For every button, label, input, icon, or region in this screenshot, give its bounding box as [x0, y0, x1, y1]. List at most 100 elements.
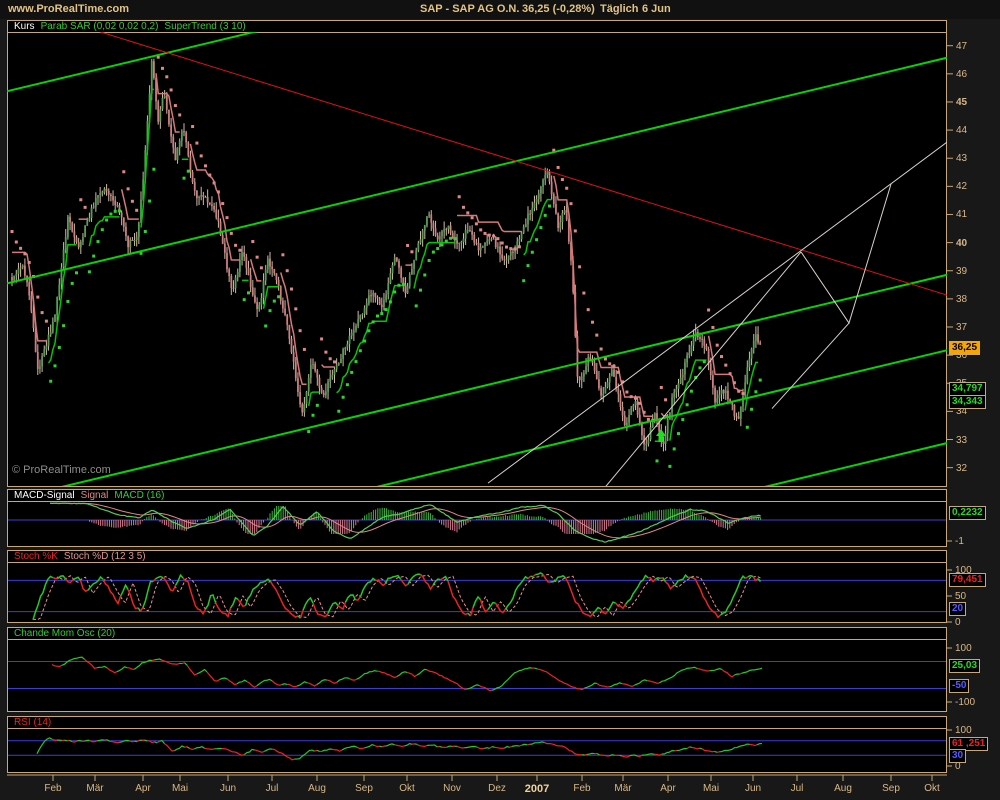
- stoch-line: [32, 575, 54, 620]
- prorealtime-window: { "header": { "site": "www.ProRealTime.c…: [0, 0, 1000, 800]
- candle-body: [475, 242, 478, 244]
- candle-body: [378, 298, 381, 305]
- candle-body: [423, 225, 426, 231]
- chande-line: [256, 678, 273, 687]
- price-tick-label: 41: [956, 209, 968, 221]
- month-label: Jun: [219, 783, 237, 794]
- candle-body: [615, 376, 618, 389]
- candle-body: [744, 382, 747, 396]
- parabolic-sar-dot: [152, 167, 156, 171]
- parabolic-sar-dot: [548, 204, 551, 208]
- candle-body: [671, 397, 673, 413]
- candle-body: [748, 358, 751, 368]
- stoch-line: [142, 580, 154, 608]
- candle-body: [266, 258, 269, 270]
- chande-line: [186, 664, 198, 676]
- candle-body: [105, 188, 108, 191]
- candle-body: [686, 355, 688, 363]
- rsi-line: [701, 748, 715, 753]
- candle-body: [389, 273, 392, 284]
- rsi-line: [36, 737, 53, 754]
- candle-body: [722, 389, 725, 394]
- supertrend-line: [140, 88, 154, 228]
- parabolic-sar-dot: [487, 233, 491, 237]
- candle-body: [380, 304, 383, 308]
- candle-body: [346, 344, 349, 348]
- candle-body: [335, 364, 338, 370]
- candle-body: [333, 369, 336, 375]
- chart-canvas[interactable]: [0, 0, 1000, 800]
- stoch-line: [624, 574, 649, 605]
- stoch-line: [472, 595, 482, 608]
- parabolic-sar-dot: [513, 247, 517, 251]
- candle-body: [275, 273, 278, 280]
- candle-body: [550, 181, 553, 195]
- candle-body: [630, 407, 633, 416]
- rsi-line: [404, 742, 413, 747]
- chande-line: [709, 667, 723, 672]
- parabolic-sar-dot: [281, 253, 285, 257]
- candle-body: [223, 243, 226, 253]
- candle-body: [97, 195, 99, 198]
- parabolic-sar-dot: [345, 383, 349, 387]
- stoch-line: [745, 576, 749, 580]
- stoch-line: [494, 602, 507, 614]
- candle-body: [398, 260, 400, 268]
- parabolic-sar-dot: [10, 230, 14, 234]
- chande-line: [536, 668, 585, 691]
- price-tick-label: 32: [956, 462, 968, 474]
- candle-body: [163, 95, 166, 98]
- parabolic-sar-dot: [298, 329, 302, 333]
- parabolic-sar-dot: [492, 234, 496, 238]
- parabolic-sar-dot: [612, 364, 616, 368]
- candle-body: [372, 293, 375, 296]
- candle-body: [462, 238, 465, 243]
- chande-line: [116, 666, 128, 673]
- rsi-line: [456, 745, 465, 749]
- stoch-line: [757, 578, 762, 583]
- parabolic-sar-dot: [311, 413, 315, 417]
- month-label: 2007: [524, 783, 550, 795]
- rsi-line: [714, 750, 718, 753]
- stoch-line: [229, 596, 239, 609]
- candle-body: [406, 286, 409, 294]
- parabolic-sar-dot: [715, 343, 719, 347]
- parabolic-sar-dot: [53, 364, 57, 368]
- parabolic-sar-dot: [681, 418, 685, 422]
- price-tick-label: 40: [956, 237, 968, 249]
- candle-body: [499, 246, 501, 255]
- parabolic-sar-dot: [83, 205, 87, 209]
- rsi-line: [316, 749, 320, 753]
- candle-body: [329, 377, 332, 382]
- parabolic-sar-dot: [363, 339, 367, 343]
- candle-body: [533, 202, 536, 208]
- parabolic-sar-dot: [315, 403, 319, 407]
- stoch-tick-label: 50: [955, 591, 967, 602]
- candle-body: [636, 401, 639, 415]
- parabolic-sar-dot: [14, 240, 18, 244]
- candle-body: [314, 364, 317, 371]
- parabolic-sar-dot: [565, 186, 569, 190]
- candle-body: [595, 370, 598, 380]
- parabolic-sar-dot: [66, 299, 70, 303]
- candle-body: [101, 192, 104, 194]
- parabolic-sar-dot: [457, 195, 461, 199]
- candle-body: [288, 324, 291, 339]
- stoch-line: [302, 596, 314, 611]
- candle-body: [411, 268, 413, 275]
- candle-body: [245, 256, 248, 268]
- candle-body: [617, 388, 620, 394]
- chande-line: [336, 677, 350, 683]
- parabolic-sar-dot: [87, 270, 91, 274]
- rsi-line: [189, 747, 195, 751]
- parabolic-sar-dot: [44, 319, 48, 323]
- candle-body: [742, 395, 744, 407]
- candle-body: [690, 345, 693, 353]
- candle-body: [647, 439, 650, 444]
- candle-body: [458, 243, 461, 245]
- parabolic-sar-dot: [19, 246, 23, 250]
- parabolic-sar-dot: [591, 320, 594, 324]
- candle-body: [623, 415, 626, 426]
- price-tick-label: 47: [956, 40, 968, 52]
- parabolic-sar-dot: [444, 239, 448, 243]
